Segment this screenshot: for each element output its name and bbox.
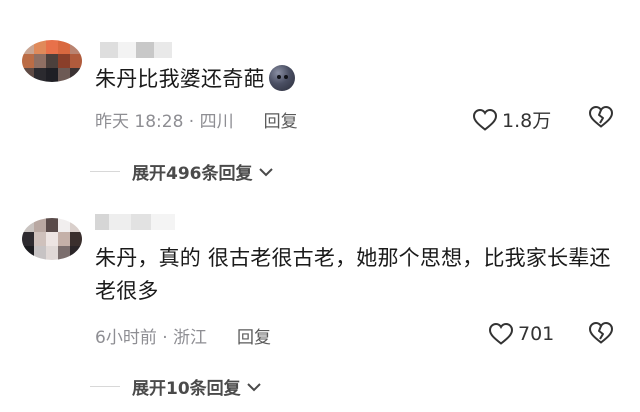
username-redacted[interactable] (95, 214, 175, 230)
avatar[interactable] (22, 40, 82, 82)
username-redacted[interactable] (100, 42, 172, 58)
divider-line (90, 386, 120, 387)
broken-heart-icon (588, 321, 614, 344)
comment-item: 朱丹，真的 很古老很古老，她那个思想，比我家长辈还老很多 6小时前 · 浙江 回… (0, 200, 640, 412)
expand-replies-label: 展开496条回复 (132, 164, 253, 184)
comment-item: 朱丹比我婆还奇葩 昨天 18:28 · 四川 回复 1.8万 展开496条回复 (0, 0, 640, 200)
like-button[interactable]: 701 (488, 322, 554, 346)
broken-heart-icon (588, 105, 614, 128)
reply-button[interactable]: 回复 (264, 107, 298, 132)
comment-meta: 6小时前 · 浙江 回复 (95, 323, 271, 348)
reply-button[interactable]: 回复 (237, 323, 271, 348)
comment-text: 朱丹比我婆还奇葩 (95, 63, 295, 96)
like-count: 1.8万 (502, 110, 552, 132)
comment-time: 6小时前 · 浙江 (95, 328, 208, 348)
dislike-button[interactable] (588, 321, 614, 349)
comment-text: 朱丹，真的 很古老很古老，她那个思想，比我家长辈还老很多 (95, 246, 611, 303)
expand-replies-button[interactable]: 展开496条回复 (90, 159, 275, 184)
like-count: 701 (518, 323, 555, 345)
expand-replies-label: 展开10条回复 (132, 379, 241, 399)
heart-outline-icon (488, 322, 514, 345)
like-button[interactable]: 1.8万 (472, 106, 551, 133)
comment-meta: 昨天 18:28 · 四川 回复 (95, 107, 298, 132)
emoji-icon (268, 65, 295, 91)
dislike-button[interactable] (588, 105, 614, 133)
avatar[interactable] (22, 218, 82, 260)
comment-time: 昨天 18:28 · 四川 (95, 112, 234, 132)
divider-line (90, 171, 120, 172)
expand-replies-button[interactable]: 展开10条回复 (90, 374, 263, 399)
heart-outline-icon (472, 108, 498, 131)
chevron-down-icon (246, 382, 261, 391)
chevron-down-icon (258, 167, 273, 176)
